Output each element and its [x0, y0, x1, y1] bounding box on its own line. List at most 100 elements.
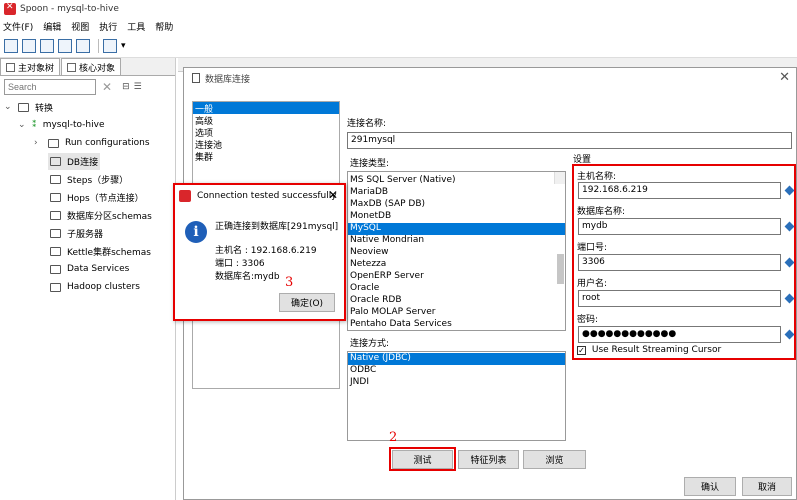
explore-button[interactable]: 浏览: [523, 450, 586, 469]
menu-run[interactable]: 执行: [99, 20, 117, 33]
scrollbar-thumb[interactable]: [557, 254, 564, 284]
conn-type-item[interactable]: Palo MOLAP Server: [348, 307, 565, 319]
connection-name-field[interactable]: 291mysql: [347, 132, 792, 149]
category-clustering[interactable]: 集群: [193, 150, 339, 163]
settings-group: 主机名称: 192.168.6.219 数据库名称: mydb 端口号: 330…: [572, 164, 796, 360]
tree-item-hops[interactable]: Hops（节点连接）: [4, 188, 175, 206]
connection-name-label: 连接名称:: [347, 119, 387, 129]
connection-type-list[interactable]: MS SQL Server (Native) MariaDB MaxDB (SA…: [347, 171, 566, 331]
layers-icon[interactable]: [103, 38, 117, 53]
conn-type-item[interactable]: Native Mondrian: [348, 235, 565, 247]
folder-icon: [50, 174, 61, 184]
dialog-close-button[interactable]: ✕: [779, 70, 790, 85]
streaming-cursor-label: Use Result Streaming Cursor: [591, 345, 722, 355]
tab-main-tree[interactable]: 主对象树: [0, 58, 61, 75]
chevron-down-icon[interactable]: ⌄: [18, 120, 32, 130]
conn-type-item[interactable]: OpenERP Server: [348, 271, 565, 283]
test-button[interactable]: 测试: [392, 450, 453, 469]
password-label: 密码:: [577, 315, 599, 325]
chevron-down-icon[interactable]: ⌄: [4, 102, 18, 112]
popup-close-button[interactable]: ✕: [328, 188, 338, 202]
folder-icon: [50, 156, 61, 166]
access-item[interactable]: ODBC: [348, 365, 565, 377]
tree-icon: [6, 62, 15, 72]
password-field[interactable]: ●●●●●●●●●●●●: [578, 326, 781, 343]
folder-icon: [50, 246, 61, 256]
tab-core-objects[interactable]: 核心对象: [61, 58, 122, 75]
save-icon[interactable]: [58, 38, 72, 53]
spoon-app-icon: [4, 2, 16, 15]
variable-icon[interactable]: [784, 329, 795, 340]
tree-item-steps[interactable]: Steps（步骤）: [4, 170, 175, 188]
conn-type-item[interactable]: MS SQL Server (Native): [348, 175, 565, 187]
variable-icon[interactable]: [784, 293, 795, 304]
category-advanced[interactable]: 高级: [193, 114, 339, 127]
conn-type-item[interactable]: MaxDB (SAP DB): [348, 199, 565, 211]
popup-host-line: 主机名 : 192.168.6.219: [215, 246, 317, 256]
conn-type-item-selected[interactable]: MySQL: [348, 223, 565, 235]
tree-item-transform-folder[interactable]: ⌄ 转换: [4, 98, 175, 116]
conn-type-item[interactable]: Netezza: [348, 259, 565, 271]
clear-search-icon[interactable]: ✕: [102, 80, 112, 94]
folder-icon: [50, 264, 61, 274]
variable-icon[interactable]: [784, 221, 795, 232]
ok-button[interactable]: 确认: [684, 477, 736, 496]
conn-type-item[interactable]: Neoview: [348, 247, 565, 259]
spoon-app-icon: [179, 190, 191, 202]
collapse-tree-icon[interactable]: ⊟: [122, 82, 130, 92]
save-as-icon[interactable]: [76, 38, 90, 53]
tree-item-transformation[interactable]: ⌄ ⁑ mysql-to-hive: [4, 116, 175, 134]
streaming-cursor-option[interactable]: ✓ Use Result Streaming Cursor: [577, 345, 721, 355]
object-tree: ⌄ 转换 ⌄ ⁑ mysql-to-hive › Run configurati…: [0, 98, 175, 296]
open-folder-icon[interactable]: [22, 38, 36, 53]
menu-edit[interactable]: 编辑: [43, 20, 61, 33]
access-method-list[interactable]: Native (JDBC) ODBC JNDI: [347, 351, 566, 441]
new-file-icon[interactable]: [4, 38, 18, 53]
menu-view[interactable]: 视图: [71, 20, 89, 33]
username-field[interactable]: root: [578, 290, 781, 307]
database-name-field[interactable]: mydb: [578, 218, 781, 235]
conn-type-item[interactable]: MonetDB: [348, 211, 565, 223]
access-item-selected[interactable]: Native (JDBC): [348, 353, 565, 365]
menu-tools[interactable]: 工具: [127, 20, 145, 33]
tree-item-cluster-schemas[interactable]: Kettle集群schemas: [4, 242, 175, 260]
host-label: 主机名称:: [577, 172, 617, 182]
feature-list-button[interactable]: 特征列表: [458, 450, 519, 469]
database-name-label: 数据库名称:: [577, 207, 626, 217]
conn-type-item[interactable]: Oracle: [348, 283, 565, 295]
expand-tree-icon[interactable]: ☰: [134, 82, 142, 92]
connection-type-scrollbar[interactable]: [554, 172, 565, 284]
access-item[interactable]: JNDI: [348, 377, 565, 389]
tree-item-run-configurations[interactable]: › Run configurations: [4, 134, 175, 152]
popup-ok-button[interactable]: 确定(O): [279, 293, 335, 312]
explore-repo-icon[interactable]: [40, 38, 54, 53]
chevron-right-icon[interactable]: ›: [34, 138, 48, 148]
dialog-title-bar: 数据库连接 ✕: [184, 68, 796, 88]
tree-item-db-connections[interactable]: DB连接: [4, 152, 175, 170]
chevron-down-icon[interactable]: ▾: [121, 41, 126, 51]
title-bar: Spoon - mysql-to-hive: [0, 0, 797, 18]
conn-type-item[interactable]: MariaDB: [348, 187, 565, 199]
menu-file[interactable]: 文件(F): [3, 20, 33, 33]
access-method-label: 连接方式:: [350, 339, 390, 349]
port-field[interactable]: 3306: [578, 254, 781, 271]
tree-item-slave-servers[interactable]: 子服务器: [4, 224, 175, 242]
category-general[interactable]: 一般: [193, 102, 339, 115]
category-options[interactable]: 选项: [193, 126, 339, 139]
cancel-button[interactable]: 取消: [742, 477, 792, 496]
variable-icon[interactable]: [784, 185, 795, 196]
tree-item-partition-schemas[interactable]: 数据库分区schemas: [4, 206, 175, 224]
conn-type-item[interactable]: Oracle RDB: [348, 295, 565, 307]
conn-type-item[interactable]: Pentaho Data Services: [348, 319, 565, 330]
menu-bar: 文件(F) 编辑 视图 执行 工具 帮助: [0, 18, 797, 34]
tree-item-hadoop-clusters[interactable]: Hadoop clusters: [4, 278, 175, 296]
streaming-cursor-checkbox[interactable]: ✓: [577, 346, 586, 355]
menu-help[interactable]: 帮助: [155, 20, 173, 33]
category-pooling[interactable]: 连接池: [193, 138, 339, 151]
tree-item-data-services[interactable]: Data Services: [4, 260, 175, 278]
host-field[interactable]: 192.168.6.219: [578, 182, 781, 199]
popup-title: Connection tested successfully: [197, 191, 337, 201]
variable-icon[interactable]: [784, 257, 795, 268]
database-icon: [192, 73, 200, 83]
search-input[interactable]: [4, 79, 96, 95]
